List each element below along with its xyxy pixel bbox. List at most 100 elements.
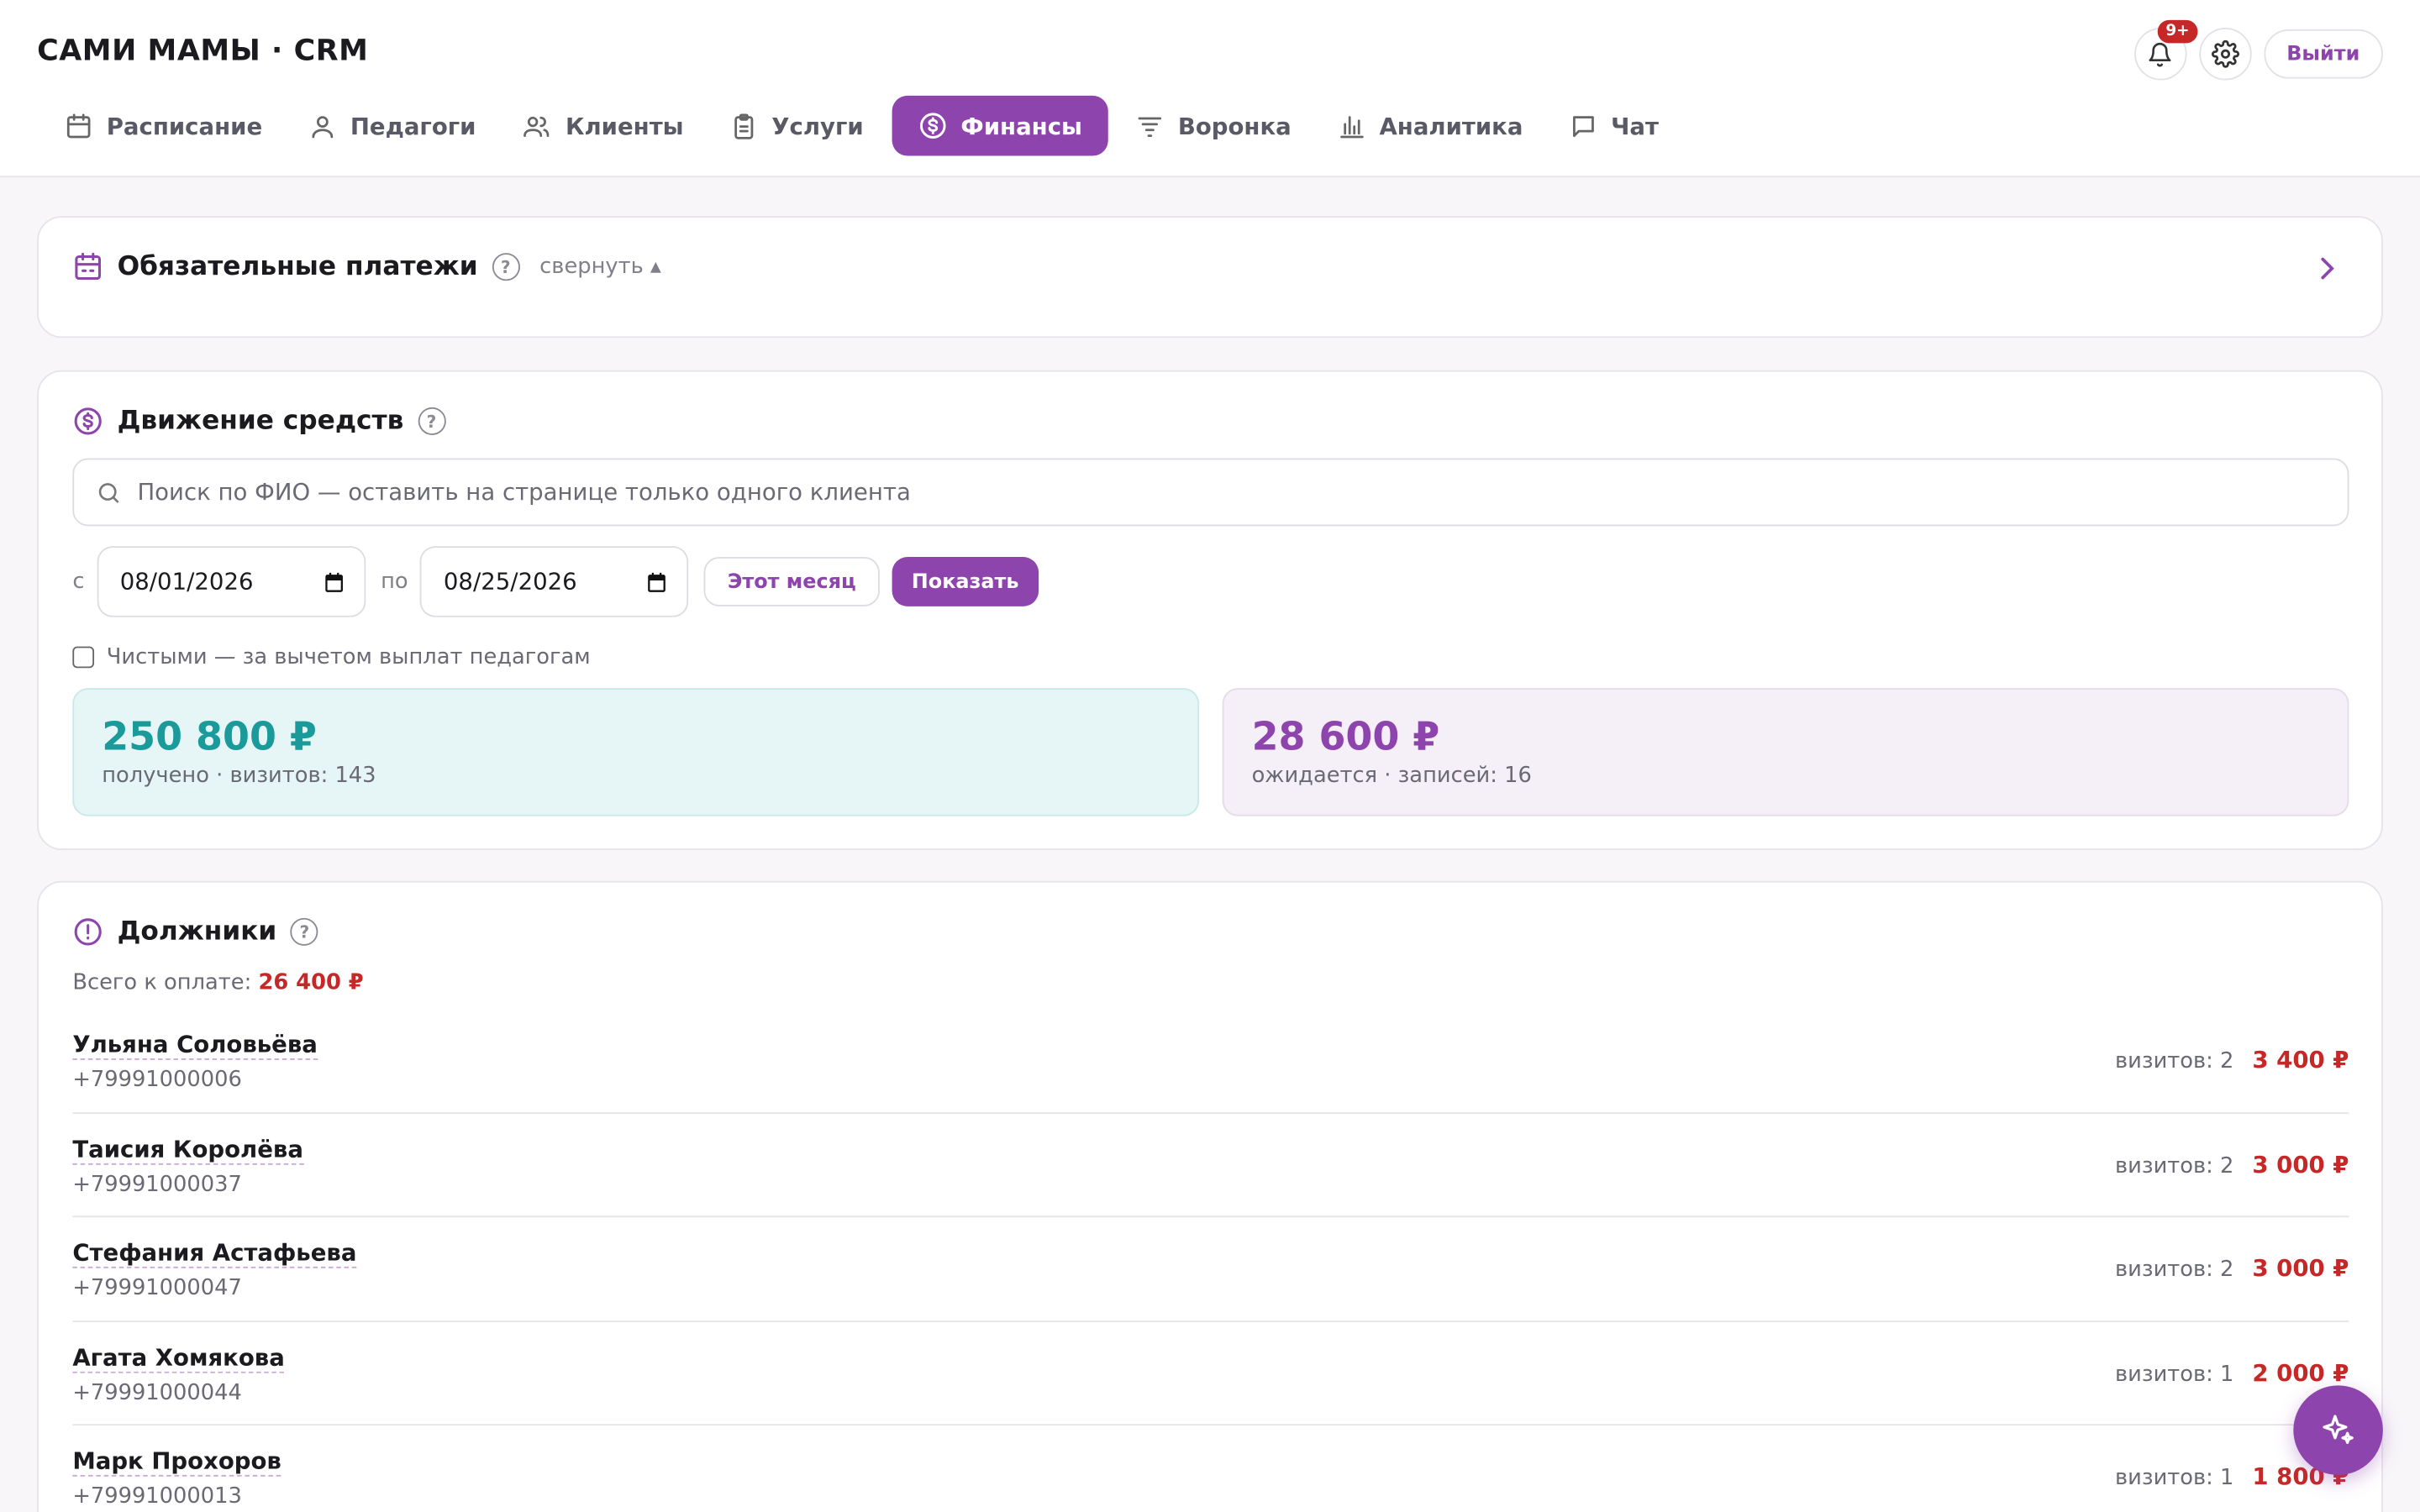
tab-label: Педагоги [350,112,476,140]
debtor-visits: визитов: 1 [2115,1465,2234,1491]
help-icon[interactable]: ? [290,917,318,946]
search-input[interactable] [137,478,2348,507]
dollar-circle-icon [74,407,102,435]
chat-icon [1572,115,1594,137]
settings-button[interactable] [2198,28,2251,81]
debtor-name[interactable]: Стефания Астафьева [72,1239,357,1268]
debtor-phone: +79991000013 [72,1483,242,1509]
notifications-button[interactable]: 9+ [2133,19,2197,81]
calendar-icon[interactable] [646,570,670,594]
calendar-icon[interactable] [322,570,345,594]
search-icon [98,482,119,502]
tab-label: Чат [1611,112,1659,140]
debtor-amount: 3 000 ₽ [2252,1150,2349,1179]
date-to-field[interactable]: 08/25/2026 [420,546,689,617]
tab-label: Воронка [1177,112,1292,140]
tab-analytics[interactable]: Аналитика [1319,96,1542,156]
net-checkbox-label: Чистыми — за вычетом выплат педагогам [106,644,591,670]
sparkle-icon [2323,1415,2354,1444]
help-icon[interactable]: ? [417,407,446,435]
filter-icon [1139,116,1162,137]
tab-clients[interactable]: Клиенты [504,96,702,156]
tab-teachers[interactable]: Педагоги [290,96,494,156]
tab-services[interactable]: Услуги [712,96,882,156]
debtors-total: Всего к оплате: 26 400 ₽ [72,970,363,995]
bar-chart-icon [1339,115,1364,138]
debtors-title: Должники [117,916,277,948]
calendar-icon [75,252,101,281]
list-item: Ульяна Соловьёва +79991000006 визитов: 2… [72,1009,2349,1114]
date-to-value: 08/25/2026 [443,567,577,596]
tab-chat[interactable]: Чат [1551,96,1677,156]
main-nav: Расписание Педагоги Клиенты Услуги Финан… [46,95,1677,156]
debtor-phone: +79991000006 [72,1067,242,1093]
calendar-icon [66,113,91,138]
from-label: с [72,569,85,595]
total-amount: 26 400 ₽ [258,970,364,995]
debtor-visits: визитов: 2 [2115,1257,2234,1283]
total-label: Всего к оплате: [72,970,252,995]
net-checkbox-row: Чистыми — за вычетом выплат педагогам [72,644,591,670]
debtor-amount: 3 000 ₽ [2252,1254,2349,1283]
list-item: Марк Прохоров +79991000013 визитов: 1 1 … [72,1425,2349,1512]
this-month-button[interactable]: Этот месяц [704,557,880,606]
debtor-name[interactable]: Марк Прохоров [72,1447,281,1477]
show-button[interactable]: Показать [891,557,1039,606]
debtor-phone: +79991000037 [72,1171,242,1197]
expected-amount: 28 600 ₽ [1251,714,1440,759]
expected-sub: ожидается · записей: 16 [1251,764,1532,789]
received-amount: 250 800 ₽ [102,714,317,759]
debtor-phone: +79991000044 [72,1379,242,1405]
tab-label: Клиенты [565,112,684,140]
app-header: САМИ МАМЫ · CRM 9+ Выйти Расписание Педа… [0,0,2420,178]
users-icon [523,115,550,137]
tab-schedule[interactable]: Расписание [46,96,281,156]
received-sub: получено · визитов: 143 [102,764,376,789]
debtor-name[interactable]: Агата Хомякова [72,1343,285,1373]
tab-label: Расписание [106,112,263,140]
debtor-phone: +79991000047 [72,1275,242,1301]
cash-flow-title: Движение средств [117,406,404,437]
received-stat: 250 800 ₽ получено · визитов: 143 [72,688,1200,816]
user-icon [312,115,334,138]
tab-label: Услуги [771,112,864,140]
tab-label: Финансы [960,112,1082,140]
bell-icon [2149,42,2171,66]
client-search [72,458,2349,527]
clipboard-icon [734,113,754,139]
debtor-amount: 2 000 ₽ [2252,1358,2349,1387]
expected-stat: 28 600 ₽ ожидается · записей: 16 [1222,688,2349,816]
chevron-right-icon[interactable] [2317,256,2338,281]
help-icon[interactable]: ? [492,253,520,281]
debtor-visits: визитов: 1 [2115,1361,2234,1387]
dollar-circle-icon [919,113,945,139]
date-filter-row: с 08/01/2026 по 08/25/2026 Этот месяц По… [72,546,1039,617]
list-item: Таисия Королёва +79991000037 визитов: 2 … [72,1113,2349,1218]
to-label: по [381,569,408,595]
app-title: САМИ МАМЫ · CRM [37,34,369,68]
date-from-value: 08/01/2026 [119,567,254,596]
debtor-amount: 3 400 ₽ [2252,1046,2349,1074]
notifications-badge: 9+ [2158,19,2197,44]
debtor-name[interactable]: Таисия Королёва [72,1135,303,1164]
debtors-list: Ульяна Соловьёва +79991000006 визитов: 2… [72,1009,2349,1512]
mandatory-payments-card: Обязательные платежи ? свернуть ▴ [37,216,2383,339]
list-item: Стефания Астафьева +79991000047 визитов:… [72,1217,2349,1322]
list-item: Агата Хомякова +79991000044 визитов: 1 2… [72,1321,2349,1426]
tab-label: Аналитика [1379,112,1523,140]
debtor-visits: визитов: 2 [2115,1048,2234,1074]
alert-circle-icon [74,918,102,946]
ai-assistant-button[interactable] [2293,1385,2383,1475]
debtor-name[interactable]: Ульяна Соловьёва [72,1031,318,1060]
debtor-visits: визитов: 2 [2115,1152,2234,1179]
tab-finance[interactable]: Финансы [891,95,1109,156]
debtors-card: Должники ? Всего к оплате: 26 400 ₽ Улья… [37,880,2383,1512]
net-checkbox[interactable] [72,646,95,669]
mandatory-payments-title: Обязательные платежи [117,251,478,283]
logout-button[interactable]: Выйти [2263,29,2383,79]
cash-flow-card: Движение средств ? с 08/01/2026 по 08/25… [37,370,2383,851]
collapse-link[interactable]: свернуть ▴ [539,255,661,279]
gear-icon [2211,39,2239,68]
tab-funnel[interactable]: Воронка [1118,96,1310,156]
date-from-field[interactable]: 08/01/2026 [97,546,366,617]
